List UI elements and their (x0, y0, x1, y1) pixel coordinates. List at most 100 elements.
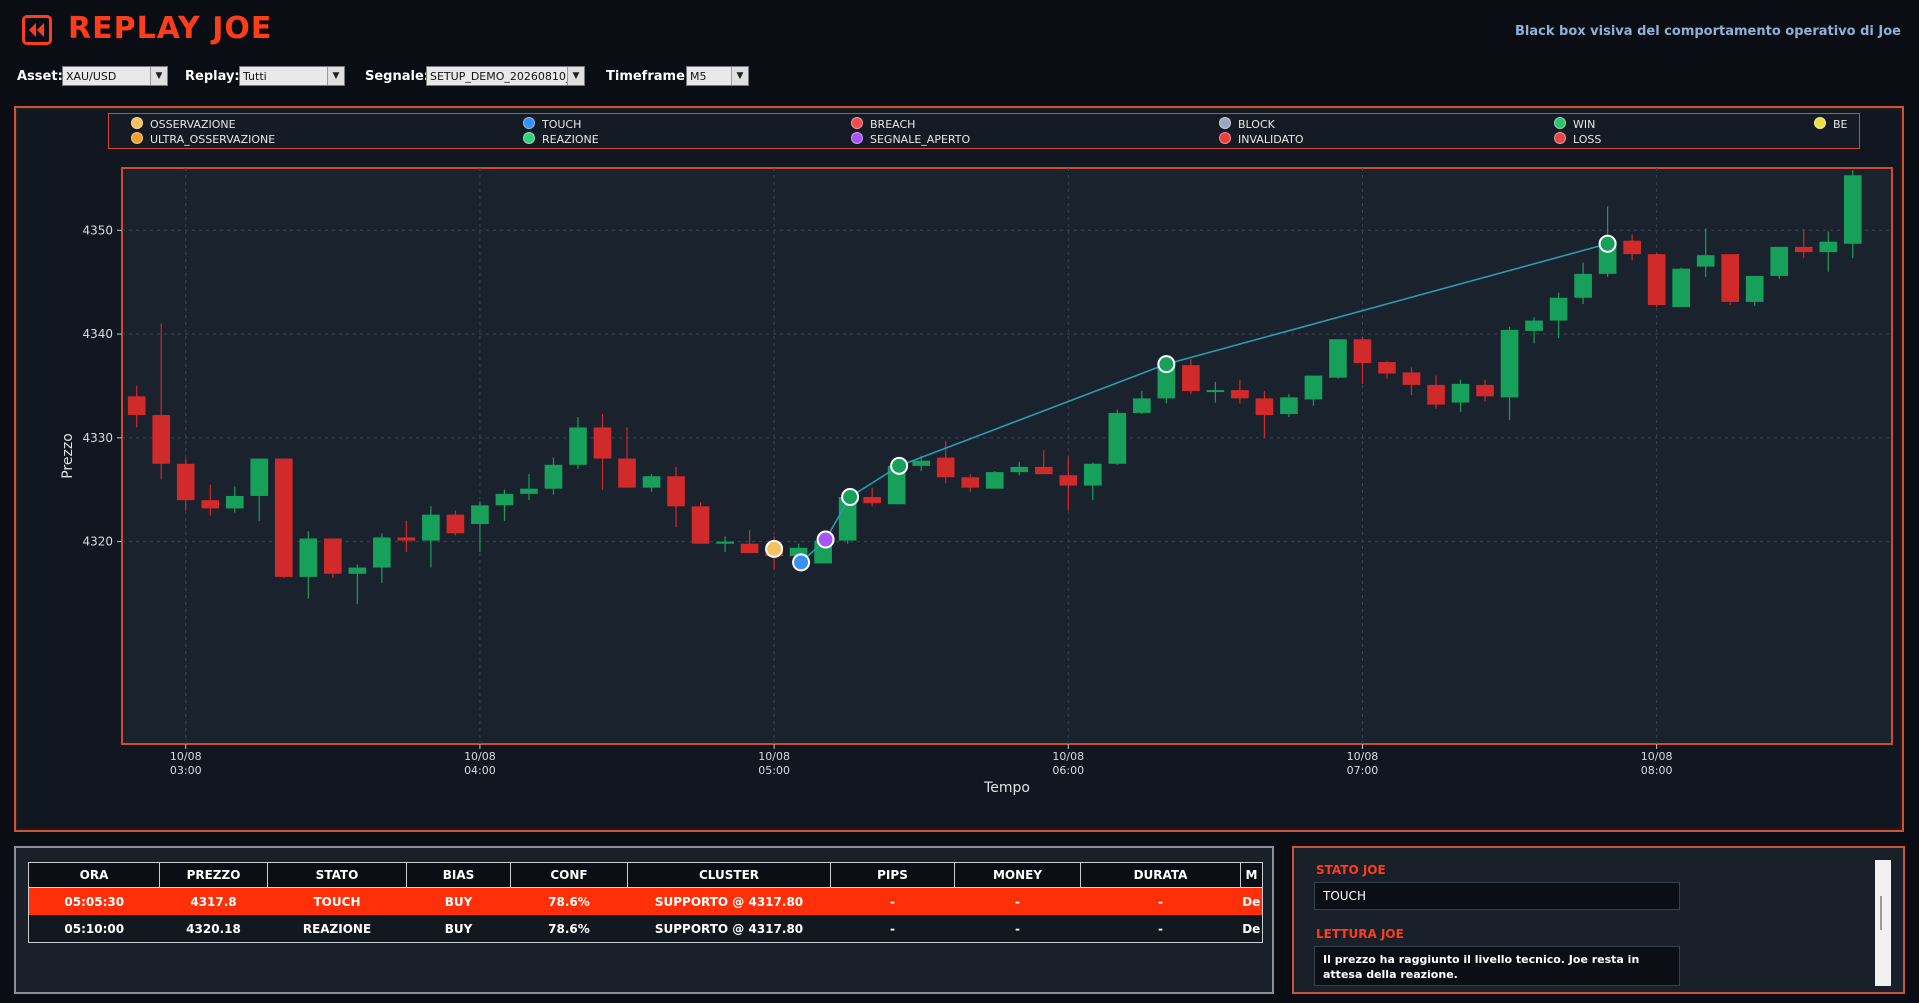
candle-body (1280, 397, 1298, 414)
dot-icon (523, 117, 535, 129)
cell-cluster: SUPPORTO @ 4317.80 (627, 887, 831, 915)
candle-body (1304, 375, 1323, 400)
candle-body (1843, 175, 1862, 244)
table-header-row: ORA PREZZO STATO BIAS CONF CLUSTER PIPS … (28, 862, 1263, 888)
candle-body (936, 457, 955, 478)
chevron-down-icon[interactable]: ▼ (731, 67, 748, 85)
candle-body (250, 458, 269, 496)
x-tick-label-time: 04:00 (464, 764, 496, 777)
y-tick-label: 4350 (82, 223, 113, 237)
asset-select[interactable]: XAU/USD ▼ (62, 66, 168, 86)
chevron-down-icon[interactable]: ▼ (567, 67, 584, 85)
legend-item-win: WIN (1554, 117, 1595, 131)
cell-conf: 78.6% (510, 887, 628, 915)
event-marker (765, 539, 784, 558)
chart-legend: OSSERVAZIONE ULTRA_OSSERVAZIONE TOUCH RE… (108, 113, 1860, 149)
legend-item-invalidato: INVALIDATO (1219, 132, 1304, 146)
side-scrollbar[interactable] (1875, 860, 1891, 986)
candle-body (740, 543, 759, 554)
chevron-down-icon[interactable]: ▼ (327, 67, 344, 85)
rewind-icon[interactable] (22, 15, 52, 45)
col-money[interactable]: MONEY (954, 862, 1081, 888)
candle-body (691, 506, 710, 544)
candle-body (544, 464, 563, 489)
dot-icon (1554, 117, 1566, 129)
dot-icon (131, 132, 143, 144)
candle-body (1476, 384, 1494, 397)
x-tick-label-time: 05:00 (758, 764, 790, 777)
candle-body (1206, 390, 1225, 393)
cell-money: - (954, 887, 1081, 915)
segnale-label: Segnale: (365, 69, 429, 84)
candle-body (1427, 384, 1445, 405)
scrollbar-thumb[interactable] (1880, 896, 1882, 930)
candle-body (1500, 329, 1519, 398)
segnale-select-value: SETUP_DEMO_20260810_0 (430, 70, 568, 83)
joe-status-panel: STATO JOE TOUCH LETTURA JOE Il prezzo ha… (1292, 846, 1905, 994)
col-ora[interactable]: ORA (28, 862, 160, 888)
segnale-select[interactable]: SETUP_DEMO_20260810_0 ▼ (426, 66, 585, 86)
timeframe-select-value: M5 (690, 70, 707, 83)
col-prezzo[interactable]: PREZZO (159, 862, 268, 888)
table-row[interactable]: 05:10:00 4320.18 REAZIONE BUY 78.6% SUPP… (28, 915, 1263, 943)
candle-body (397, 537, 416, 541)
candle-body (225, 495, 244, 509)
legend-item-be: BE (1814, 117, 1848, 131)
candle-body (863, 496, 881, 504)
candle-body (912, 460, 931, 466)
col-pips[interactable]: PIPS (830, 862, 955, 888)
candle-body (1451, 383, 1470, 403)
legend-item-block: BLOCK (1219, 117, 1275, 131)
cell-money: - (954, 915, 1081, 943)
candle-body (985, 472, 1004, 489)
candle-body (1525, 320, 1543, 331)
col-conf[interactable]: CONF (510, 862, 628, 888)
col-stato[interactable]: STATO (267, 862, 407, 888)
candle-body (373, 537, 391, 568)
candle-body (1108, 412, 1127, 464)
candle-body (1182, 365, 1200, 392)
x-tick-label-time: 08:00 (1641, 764, 1673, 777)
dot-icon (1814, 117, 1826, 129)
col-bias[interactable]: BIAS (406, 862, 511, 888)
cell-conf: 78.6% (510, 915, 628, 943)
timeframe-select[interactable]: M5 ▼ (686, 66, 749, 86)
replay-select[interactable]: Tutti ▼ (239, 66, 345, 86)
candle-body (520, 488, 538, 494)
dot-icon (1219, 132, 1231, 144)
cell-bias: BUY (406, 887, 511, 915)
cell-cluster: SUPPORTO @ 4317.80 (627, 915, 831, 943)
timeframe-label: Timeframe: (606, 69, 691, 84)
cell-durata: - (1080, 915, 1241, 943)
candle-body (1770, 246, 1789, 276)
candle-body (446, 514, 465, 534)
candle-body (667, 476, 685, 507)
candle-body (1647, 254, 1666, 305)
legend-item-segnale-aperto: SEGNALE_APERTO (851, 132, 970, 146)
event-marker (792, 553, 811, 572)
candlestick-chart[interactable]: 432043304340435010/0803:0010/0804:0010/0… (14, 106, 1904, 832)
col-durata[interactable]: DURATA (1080, 862, 1241, 888)
candle-body (1549, 297, 1568, 321)
candle-body (274, 458, 293, 577)
app-subtitle: Black box visiva del comportamento opera… (1515, 24, 1901, 39)
event-marker (816, 530, 835, 549)
filter-toolbar: Asset: XAU/USD ▼ Replay: Tutti ▼ Segnale… (0, 66, 900, 90)
dot-icon (131, 117, 143, 129)
events-table-panel: ORA PREZZO STATO BIAS CONF CLUSTER PIPS … (14, 846, 1274, 994)
candle-body (152, 415, 171, 464)
app-title: REPLAY JOE (68, 11, 273, 46)
col-cluster[interactable]: CLUSTER (627, 862, 831, 888)
col-m[interactable]: M (1240, 862, 1263, 888)
candle-body (201, 500, 220, 509)
candle-body (642, 476, 661, 488)
candle-body (127, 396, 146, 416)
stato-joe-value: TOUCH (1314, 882, 1680, 910)
cell-m: De (1240, 915, 1263, 943)
candle-body (961, 477, 980, 488)
chevron-down-icon[interactable]: ▼ (150, 67, 167, 85)
event-marker (1598, 234, 1617, 253)
table-row[interactable]: 05:05:30 4317.8 TOUCH BUY 78.6% SUPPORTO… (28, 887, 1263, 915)
candle-body (618, 458, 636, 488)
candle-body (324, 538, 342, 574)
